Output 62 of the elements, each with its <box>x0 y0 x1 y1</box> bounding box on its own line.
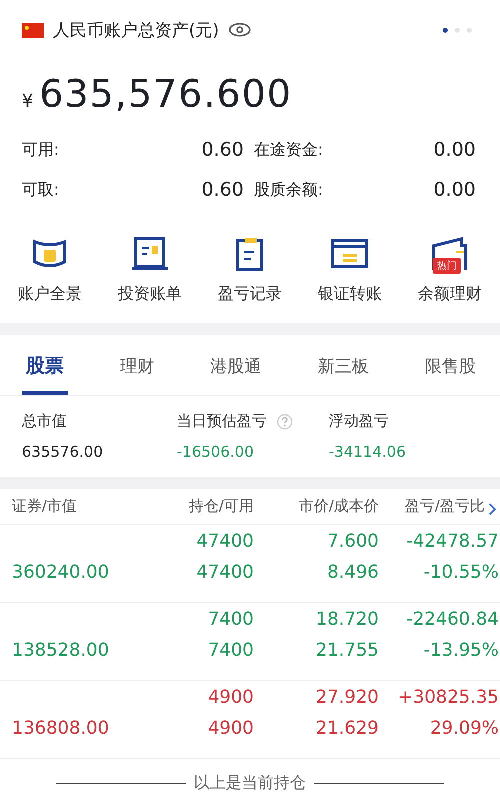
balance-label: 可取: <box>22 180 60 200</box>
wallet-icon <box>430 236 470 272</box>
shortcut-button[interactable]: 投资账单 <box>104 236 196 305</box>
table-cell-text: 47400 <box>196 531 254 554</box>
column-header: 证券/市值 <box>12 497 78 516</box>
table-cell-text: 27.920 <box>315 687 379 710</box>
balance-value: 0.00 <box>434 139 476 161</box>
table-cell-text: 29.09% <box>429 718 499 741</box>
position-row[interactable]: 138528.00 7400 7400 18.720 21.755 -22460.84 -13.95% <box>0 603 500 681</box>
tab[interactable]: 限售股 <box>421 349 480 395</box>
summary-label: 浮动盈亏 <box>329 412 389 431</box>
position-row[interactable]: 136808.00 4900 4900 27.920 21.629 +30825.35 29.09% <box>0 681 500 759</box>
footer-text: 以上是当前持仓 <box>194 773 306 794</box>
table-cell-text: 7400 <box>207 609 254 632</box>
table-cell-text: 4900 <box>207 687 254 710</box>
eye-icon[interactable] <box>229 23 252 37</box>
table-cell-text: 18.720 <box>315 609 379 632</box>
balance-label: 股质余额: <box>254 180 324 200</box>
hot-badge: 热门 <box>433 258 461 274</box>
table-cell-text: -13.95% <box>422 640 499 663</box>
balance-value: 0.00 <box>434 179 476 201</box>
shortcut-button[interactable]: 热门 余额理财 <box>404 236 496 305</box>
table-cell-text: 8.496 <box>326 562 379 585</box>
table-cell-text: -22460.84 <box>406 609 499 632</box>
tab[interactable]: 港股通 <box>206 349 266 395</box>
summary-value: 635576.00 <box>22 443 104 461</box>
summary-value: -16506.00 <box>177 443 255 461</box>
table-cell-text: -42478.57 <box>406 531 499 554</box>
total-amount: 635,576.600 <box>39 72 292 116</box>
position-row[interactable]: 360240.00 47400 47400 7.600 8.496 -42478.57 -10.55% <box>0 525 500 603</box>
tab[interactable]: 新三板 <box>314 349 373 395</box>
column-header: 持仓/可用 <box>188 497 254 516</box>
summary-label: 总市值 <box>22 412 67 431</box>
summary-value: -34114.06 <box>329 443 406 461</box>
table-cell-text: 136808.00 <box>12 718 110 741</box>
summary-label: 当日预估盈亏 <box>177 412 267 431</box>
currency-symbol: ¥ <box>22 91 34 112</box>
balance-value: 0.60 <box>202 139 244 161</box>
chevron-right-icon[interactable] <box>489 503 496 516</box>
table-cell-text: 4900 <box>207 718 254 741</box>
shortcut-button[interactable]: 盈亏记录 <box>204 236 296 305</box>
table-cell-text: 7.600 <box>326 531 379 554</box>
table-cell-text: 7400 <box>207 640 254 663</box>
table-cell-text: 21.755 <box>315 640 379 663</box>
balance-value: 0.60 <box>202 179 244 201</box>
tab[interactable]: 股票 <box>22 349 68 395</box>
shortcut-button[interactable]: 账户全景 <box>4 236 96 305</box>
account-title: 人民币账户总资产(元) <box>53 20 220 42</box>
table-cell-text: -10.55% <box>422 562 499 585</box>
table-cell-text: +30825.35 <box>397 687 499 710</box>
document-icon <box>130 236 170 272</box>
column-header: 市价/成本价 <box>298 497 379 516</box>
table-cell-text: 21.629 <box>315 718 379 741</box>
column-header: 盈亏/盈亏比 <box>404 497 485 516</box>
table-cell-text: 47400 <box>196 562 254 585</box>
tab[interactable]: 理财 <box>116 349 158 395</box>
balance-label: 在途资金: <box>254 140 324 160</box>
shortcut-button[interactable]: 银证转账 <box>304 236 396 305</box>
balance-label: 可用: <box>22 140 60 160</box>
flag-icon <box>22 22 44 38</box>
table-cell-text: 360240.00 <box>12 562 110 585</box>
table-cell-text: 138528.00 <box>12 640 110 663</box>
